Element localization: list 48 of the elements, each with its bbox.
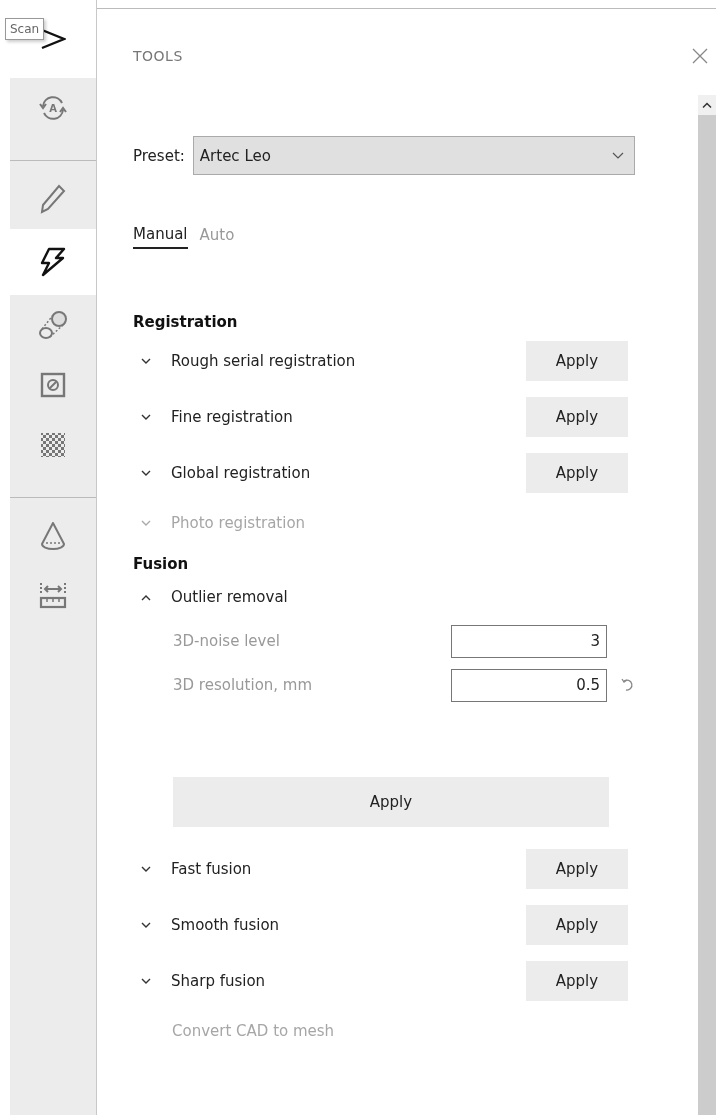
chevron-down-icon [611, 151, 624, 160]
pencil-icon [39, 183, 67, 215]
apply-button[interactable]: Apply [526, 341, 628, 381]
chevron-down-icon[interactable] [141, 977, 151, 985]
apply-button[interactable]: Apply [526, 849, 628, 889]
cone-icon [39, 521, 67, 551]
chevron-down-icon[interactable] [141, 469, 151, 477]
scroll-up-icon[interactable] [698, 95, 716, 115]
sidebar-tool-button[interactable] [10, 229, 96, 295]
tooltip: Scan [5, 18, 45, 40]
panel-title: TOOLS [133, 48, 183, 64]
chevron-down-icon[interactable] [141, 921, 151, 929]
chevron-down-icon[interactable] [141, 413, 151, 421]
sidebar-tool-button[interactable]: A [10, 78, 96, 138]
reset-icon[interactable] [621, 678, 635, 692]
lightning-icon [39, 247, 67, 277]
close-icon [692, 48, 708, 64]
apply-button[interactable]: Apply [526, 397, 628, 437]
field-label: 3D-noise level [173, 632, 281, 650]
apply-button[interactable]: Apply [173, 777, 609, 827]
number-field[interactable]: 0.5 [451, 668, 607, 702]
preset-label: Preset: [133, 146, 185, 165]
section-title: Registration [133, 313, 239, 331]
tool-label: Smooth fusion [171, 916, 280, 934]
tool-label: Convert CAD to mesh [172, 1022, 335, 1040]
section-title: Fusion [133, 555, 190, 573]
tool-label: Photo registration [171, 514, 306, 532]
chevron-down-icon[interactable] [141, 357, 151, 365]
chevron-up-icon[interactable] [141, 593, 151, 601]
tool-label: Outlier removal [171, 588, 288, 606]
checkerboard-icon [40, 432, 66, 458]
square-stop-icon [40, 372, 66, 398]
tool-label: Fine registration [171, 408, 293, 426]
number-field[interactable]: 3 [451, 624, 607, 658]
tool-label: Sharp fusion [171, 972, 266, 990]
scrollbar[interactable] [698, 95, 716, 1115]
preset-dropdown[interactable]: Artec Leo [192, 136, 635, 175]
tool-label: Global registration [171, 464, 311, 482]
tool-label: Rough serial registration [171, 352, 356, 370]
apply-button[interactable]: Apply [526, 453, 628, 493]
cylinder-icon [38, 309, 68, 341]
field-label: 3D resolution, mm [173, 676, 314, 694]
chevron-down-icon[interactable] [141, 865, 151, 873]
tab[interactable]: Manual [133, 225, 188, 249]
ruler-icon [38, 581, 68, 611]
tool-label: Fast fusion [171, 860, 252, 878]
apply-button[interactable]: Apply [526, 961, 628, 1001]
apply-button[interactable]: Apply [526, 905, 628, 945]
